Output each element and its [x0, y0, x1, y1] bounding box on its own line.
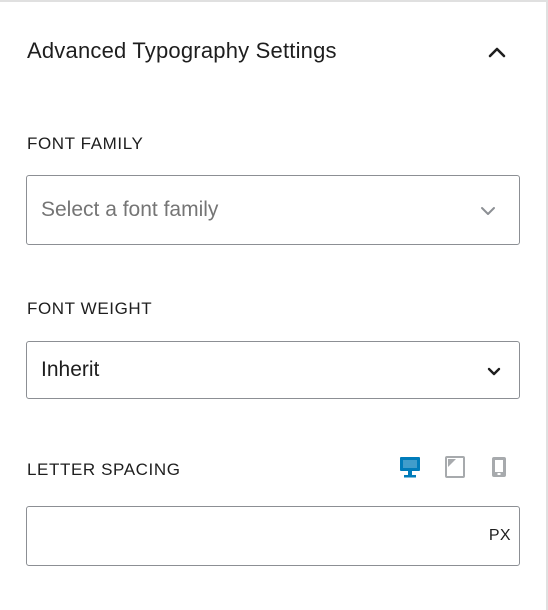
- tablet-icon[interactable]: [444, 454, 466, 480]
- panel-title: Advanced Typography Settings: [27, 38, 337, 63]
- letter-spacing-input[interactable]: PX: [26, 506, 520, 566]
- chevron-down-icon: [484, 364, 504, 378]
- panel-header-toggle[interactable]: Advanced Typography Settings: [0, 2, 546, 102]
- letter-spacing-label: LETTER SPACING: [27, 460, 181, 479]
- mobile-icon[interactable]: [488, 454, 510, 480]
- font-weight-label: FONT WEIGHT: [27, 299, 153, 318]
- font-family-select[interactable]: Select a font family: [26, 175, 520, 245]
- font-weight-value: Inherit: [41, 358, 100, 381]
- font-family-label: FONT FAMILY: [27, 134, 144, 153]
- chevron-down-icon: [478, 204, 498, 218]
- font-family-placeholder: Select a font family: [41, 198, 219, 221]
- unit-label: PX: [488, 527, 511, 544]
- desktop-icon[interactable]: [399, 454, 421, 480]
- font-weight-select[interactable]: Inherit: [26, 341, 520, 399]
- chevron-up-icon[interactable]: [482, 40, 512, 64]
